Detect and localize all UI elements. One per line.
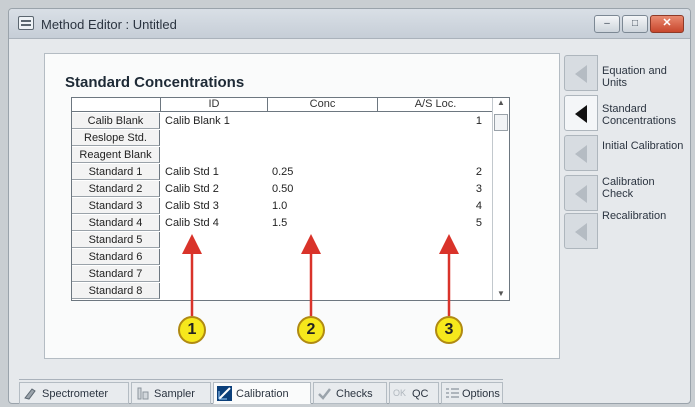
triangle-left-icon xyxy=(575,145,587,163)
triangle-left-icon xyxy=(575,65,587,83)
annotation-arrows xyxy=(182,234,459,316)
tab-label-checks: Checks xyxy=(336,388,373,400)
qc-icon: OK xyxy=(393,388,407,398)
close-button[interactable]: ✕ xyxy=(650,15,684,33)
checks-icon xyxy=(318,388,331,400)
method-editor-window: Method Editor : Untitled – □ ✕ Standard … xyxy=(8,8,691,404)
minimize-button[interactable]: – xyxy=(594,15,620,33)
side-tab-label-equation-units[interactable]: Equation and Units xyxy=(602,65,688,89)
tab-qc[interactable]: OK QC xyxy=(389,382,439,404)
callout-3: 3 xyxy=(435,316,463,344)
maximize-button[interactable]: □ xyxy=(622,15,648,33)
options-icon xyxy=(446,388,459,398)
side-tab-label-calibration-check[interactable]: Calibration Check xyxy=(602,176,672,200)
calibration-icon xyxy=(217,386,232,401)
side-tab-label-recalibration[interactable]: Recalibration xyxy=(602,210,690,222)
tab-checks[interactable]: Checks xyxy=(313,382,387,404)
side-tab-calibration-check[interactable] xyxy=(564,175,598,211)
tab-label-options: Options xyxy=(462,388,500,400)
spectrometer-icon xyxy=(24,388,36,400)
standard-concentrations-panel: Standard Concentrations ID Conc A/S Loc.… xyxy=(44,53,560,359)
side-tab-label-standard-concentrations[interactable]: Standard Concentrations xyxy=(602,103,690,127)
side-tab-standard-concentrations[interactable] xyxy=(564,95,598,131)
window-icon xyxy=(18,16,34,30)
side-tab-equation-units[interactable] xyxy=(564,55,598,91)
tab-label-qc: QC xyxy=(412,388,429,400)
tab-label-spectrometer: Spectrometer xyxy=(42,388,109,400)
triangle-left-icon xyxy=(575,223,587,241)
tab-label-sampler: Sampler xyxy=(154,388,195,400)
triangle-left-icon xyxy=(575,105,587,123)
callout-2: 2 xyxy=(297,316,325,344)
tab-label-calibration: Calibration xyxy=(236,388,289,400)
triangle-left-icon xyxy=(575,185,587,203)
side-tab-recalibration[interactable] xyxy=(564,213,598,249)
tab-sampler[interactable]: Sampler xyxy=(131,382,211,404)
side-tab-initial-calibration[interactable] xyxy=(564,135,598,171)
tab-calibration[interactable]: Calibration xyxy=(213,382,311,404)
window-title: Method Editor : Untitled xyxy=(41,17,177,32)
side-tab-label-initial-calibration[interactable]: Initial Calibration xyxy=(602,140,694,152)
side-tabs: Equation and Units Standard Concentratio… xyxy=(564,53,692,263)
bottom-tab-bar: Spectrometer Sampler Calibration Checks xyxy=(19,379,503,405)
callout-1: 1 xyxy=(178,316,206,344)
title-bar: Method Editor : Untitled – □ ✕ xyxy=(9,9,690,39)
sampler-icon xyxy=(137,387,149,400)
tab-spectrometer[interactable]: Spectrometer xyxy=(19,382,129,404)
tab-options[interactable]: Options xyxy=(441,382,503,404)
